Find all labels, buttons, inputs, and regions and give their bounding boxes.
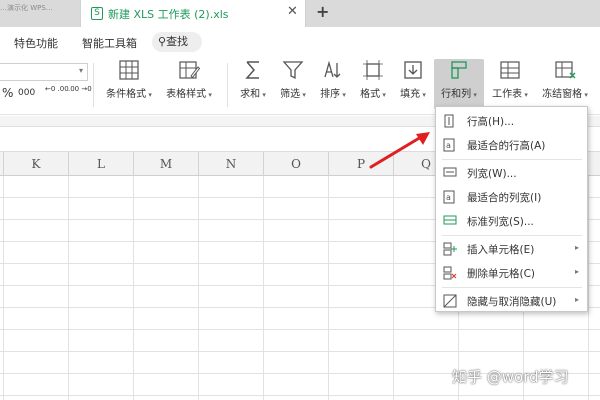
row-col-dropdown-menu: 行高(H)... a 最适合的行高(A) 列宽(W)... a 最适合的列宽(I… <box>435 106 588 312</box>
freeze-panes-label: 冻结窗格 <box>537 85 593 100</box>
watermark: 知乎 @word学习 <box>452 368 569 386</box>
table-style-button[interactable]: 表格样式 <box>161 59 217 100</box>
menu-item-label: 最适合的行高(A) <box>467 140 546 152</box>
sum-icon <box>245 61 259 79</box>
close-tab-icon[interactable]: ✕ <box>287 4 298 19</box>
row-height-icon <box>444 114 454 128</box>
svg-text:a: a <box>446 141 451 150</box>
toolbar-divider <box>227 63 228 107</box>
freeze-panes-icon <box>555 61 576 79</box>
menu-item-delete-cells[interactable]: 删除单元格(C) ▸ <box>436 261 587 285</box>
column-header-k[interactable]: K <box>4 152 69 176</box>
menu-divider <box>442 159 582 160</box>
table-style-label: 表格样式 <box>161 85 217 100</box>
menu-item-column-width[interactable]: 列宽(W)... <box>436 161 587 185</box>
column-header-o[interactable]: O <box>264 152 329 176</box>
menu-item-autofit-column[interactable]: a 最适合的列宽(I) <box>436 185 587 209</box>
delete-cells-icon <box>443 266 457 280</box>
conditional-format-button[interactable]: 条件格式 <box>101 59 157 100</box>
row-col-icon <box>451 61 467 79</box>
format-icon <box>363 60 383 80</box>
column-width-icon <box>443 167 457 177</box>
tab-features[interactable]: 特色功能 <box>14 35 58 51</box>
toolbar-divider <box>93 63 94 107</box>
worksheet-label: 工作表 <box>488 85 532 100</box>
fill-icon <box>404 61 422 79</box>
conditional-format-icon <box>119 60 139 80</box>
ribbon-tab-bar: 特色功能 智能工具箱 ⚲查找 <box>0 27 600 55</box>
freeze-panes-button[interactable]: 冻结窗格 <box>537 59 593 100</box>
fill-button[interactable]: 填充 <box>394 59 432 100</box>
sum-button[interactable]: 求和 <box>234 59 272 100</box>
filter-icon <box>282 61 304 80</box>
menu-item-standard-width[interactable]: 标准列宽(S)... <box>436 209 587 233</box>
decrease-decimal-button[interactable]: .00 →0 <box>68 85 92 93</box>
spreadsheet-file-icon: S <box>91 7 103 20</box>
active-document-tab[interactable]: S 新建 XLS 工作表 (2).xls ✕ <box>80 0 306 27</box>
number-format-select[interactable]: ▾ <box>0 63 88 81</box>
filter-label: 筛选 <box>274 85 312 100</box>
hide-unhide-icon <box>443 294 457 308</box>
menu-divider <box>442 287 582 288</box>
sort-icon <box>324 60 341 78</box>
menu-item-label: 最适合的列宽(I) <box>467 192 542 204</box>
active-tab-title: 新建 XLS 工作表 (2).xls <box>108 8 229 21</box>
submenu-arrow-icon: ▸ <box>574 295 579 304</box>
submenu-arrow-icon: ▸ <box>574 243 579 252</box>
menu-item-hide-unhide[interactable]: 隐藏与取消隐藏(U) ▸ <box>436 289 587 313</box>
standard-width-icon <box>443 215 457 225</box>
menu-item-label: 标准列宽(S)... <box>467 216 534 228</box>
row-col-label: 行和列 <box>434 85 484 100</box>
annotation-arrow-icon <box>369 132 430 169</box>
insert-cells-icon <box>443 242 457 256</box>
sum-label: 求和 <box>234 85 272 100</box>
previous-tab-title: …演示化 WPS… <box>0 4 53 12</box>
percent-button[interactable]: % <box>2 86 13 100</box>
menu-item-label: 插入单元格(E) <box>467 244 535 256</box>
menu-item-label: 隐藏与取消隐藏(U) <box>467 296 557 308</box>
svg-text:a: a <box>446 193 451 202</box>
increase-decimal-button[interactable]: ←0 .00 <box>45 85 69 93</box>
sort-label: 排序 <box>314 85 352 100</box>
fill-label: 填充 <box>394 85 432 100</box>
filter-button[interactable]: 筛选 <box>274 59 312 100</box>
menu-item-row-height[interactable]: 行高(H)... <box>436 109 587 133</box>
search-icon: ⚲ <box>158 35 167 48</box>
conditional-format-label: 条件格式 <box>101 85 157 100</box>
tab-smart-toolbox[interactable]: 智能工具箱 <box>82 35 137 51</box>
table-style-icon <box>179 61 200 79</box>
worksheet-button[interactable]: 工作表 <box>488 59 532 100</box>
previous-document-tab[interactable]: …演示化 WPS… <box>0 0 72 26</box>
column-header-n[interactable]: N <box>199 152 264 176</box>
menu-item-label: 删除单元格(C) <box>467 268 536 280</box>
menu-divider <box>442 235 582 236</box>
row-col-button[interactable]: 行和列 <box>434 59 484 109</box>
menu-item-insert-cells[interactable]: 插入单元格(E) ▸ <box>436 237 587 261</box>
worksheet-icon <box>500 61 520 79</box>
column-header-m[interactable]: M <box>134 152 199 176</box>
search-label: 查找 <box>166 35 189 48</box>
column-header-l[interactable]: L <box>69 152 134 176</box>
chevron-down-icon: ▾ <box>78 66 83 75</box>
autofit-row-icon: a <box>443 138 455 152</box>
search-button[interactable]: ⚲查找 <box>152 32 202 52</box>
autofit-column-icon: a <box>443 190 455 204</box>
thousands-separator-button[interactable]: 000 <box>18 88 35 98</box>
menu-item-autofit-row[interactable]: a 最适合的行高(A) <box>436 133 587 157</box>
menu-item-label: 行高(H)... <box>467 116 515 128</box>
format-button[interactable]: 格式 <box>354 59 392 100</box>
format-label: 格式 <box>354 85 392 100</box>
sort-button[interactable]: 排序 <box>314 59 352 100</box>
new-tab-button[interactable]: + <box>316 2 329 21</box>
menu-item-label: 列宽(W)... <box>467 168 517 180</box>
submenu-arrow-icon: ▸ <box>574 267 579 276</box>
